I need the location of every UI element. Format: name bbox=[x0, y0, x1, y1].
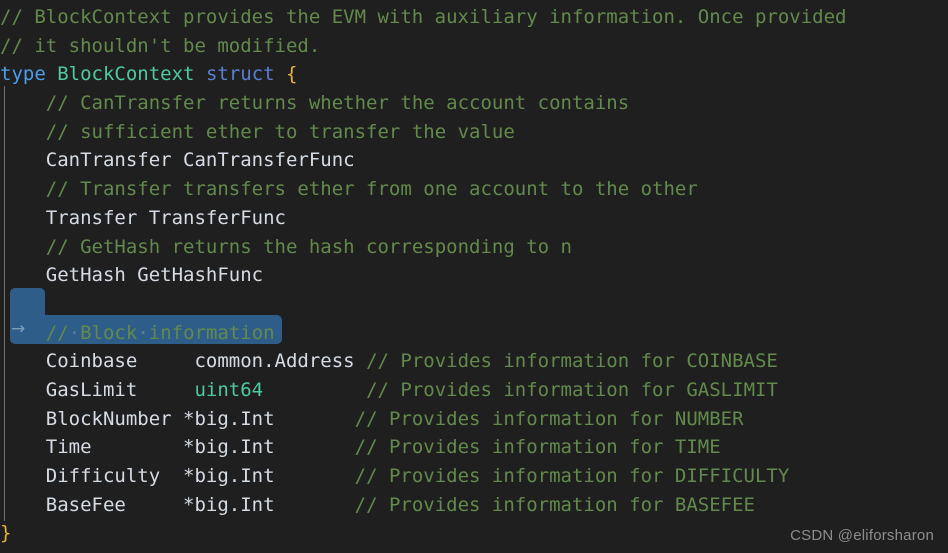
token-cmt: information bbox=[148, 321, 275, 344]
token-id: Time *big.Int bbox=[45, 436, 355, 459]
token-kw: type bbox=[0, 63, 46, 86]
token-cmt: Block bbox=[80, 321, 138, 344]
token-cmt: // CanTransfer returns whether the accou… bbox=[45, 92, 630, 115]
token-cmt: // Provides information for GASLIMIT bbox=[366, 378, 778, 401]
token-id: Transfer TransferFunc bbox=[45, 206, 286, 229]
code-line: Transfer TransferFunc bbox=[0, 204, 846, 233]
token-cmt: // BlockContext provides the EVM with au… bbox=[0, 6, 847, 28]
token-cmt: // sufficient ether to transfer the valu… bbox=[45, 120, 515, 143]
token-kw2: struct bbox=[205, 63, 275, 86]
code-line: // sufficient ether to transfer the valu… bbox=[0, 118, 846, 147]
token-id bbox=[46, 63, 57, 85]
token-cmt: // Provides information for TIME bbox=[354, 436, 721, 459]
code-line: // GetHash returns the hash correspondin… bbox=[0, 233, 846, 262]
code-line: BlockNumber *big.Int // Provides informa… bbox=[0, 405, 846, 434]
token-cmt: // Provides information for NUMBER bbox=[354, 407, 744, 430]
code-line: CanTransfer CanTransferFunc bbox=[0, 146, 846, 175]
token-id: BlockNumber *big.Int bbox=[45, 407, 355, 430]
code-line: BaseFee *big.Int // Provides information… bbox=[0, 491, 846, 520]
code-line: type BlockContext struct { bbox=[0, 60, 846, 89]
code-editor[interactable]: → // BlockContext provides the EVM with … bbox=[0, 0, 948, 553]
token-cmt: // it shouldn't be modified. bbox=[0, 34, 321, 57]
token-cmt: // GetHash returns the hash correspondin… bbox=[45, 235, 572, 258]
tab-arrow-icon: → bbox=[11, 319, 26, 339]
code-line: } bbox=[0, 519, 846, 548]
token-id bbox=[275, 63, 286, 85]
token-id: CanTransfer CanTransferFunc bbox=[45, 149, 355, 172]
token-ws: · bbox=[137, 321, 149, 344]
token-typename: BlockContext bbox=[57, 63, 195, 86]
token-id bbox=[263, 379, 366, 401]
code-line: //·Block·information bbox=[0, 319, 846, 348]
code-line: GasLimit uint64 // Provides information … bbox=[0, 376, 846, 405]
token-typename: uint64 bbox=[194, 378, 264, 401]
code-line: Difficulty *big.Int // Provides informat… bbox=[0, 462, 846, 491]
code-content[interactable]: // BlockContext provides the EVM with au… bbox=[0, 0, 846, 548]
code-line: Time *big.Int // Provides information fo… bbox=[0, 433, 846, 462]
token-id: Coinbase common.Address bbox=[45, 350, 367, 373]
code-line: // BlockContext provides the EVM with au… bbox=[0, 3, 846, 32]
code-line: GetHash GetHashFunc bbox=[0, 261, 846, 290]
code-line: // it shouldn't be modified. bbox=[0, 32, 846, 61]
token-id bbox=[195, 63, 206, 85]
token-cmt: // Provides information for DIFFICULTY bbox=[354, 465, 790, 487]
token-cmt: // Provides information for COINBASE bbox=[366, 350, 778, 373]
code-line: Coinbase common.Address // Provides info… bbox=[0, 347, 846, 376]
token-id: GasLimit bbox=[45, 378, 195, 401]
token-id: Difficulty *big.Int bbox=[45, 465, 355, 487]
code-line: // CanTransfer returns whether the accou… bbox=[0, 89, 846, 118]
token-brace: { bbox=[286, 63, 298, 86]
code-line: // Transfer transfers ether from one acc… bbox=[0, 175, 846, 204]
token-id: GetHash GetHashFunc bbox=[45, 264, 264, 287]
watermark-label: CSDN @eliforsharon bbox=[790, 527, 934, 544]
token-cmt: // Transfer transfers ether from one acc… bbox=[45, 178, 698, 201]
token-id: BaseFee *big.Int bbox=[45, 493, 355, 516]
token-cmt: // Provides information for BASEFEE bbox=[354, 493, 755, 516]
token-ws: · bbox=[68, 321, 81, 344]
token-brace: } bbox=[0, 522, 12, 545]
